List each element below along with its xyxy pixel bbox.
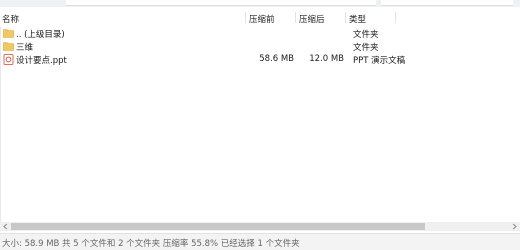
column-header-name[interactable]: 名称 [2, 13, 19, 25]
column-divider[interactable] [395, 12, 396, 23]
folder-icon [3, 28, 14, 38]
file-type: 文件夹 [353, 30, 379, 40]
file-list-header: 名称 压缩前 压缩后 类型 [0, 10, 520, 25]
column-header-type[interactable]: 类型 [349, 13, 366, 25]
ppt-file-icon [3, 54, 14, 65]
status-text: 大小: 58.9 MB 共 5 个文件和 2 个文件夹 压缩率 55.8% 已经… [2, 239, 300, 249]
folder-icon [3, 41, 14, 51]
scrollbar-thumb[interactable] [11, 223, 425, 230]
column-divider[interactable] [245, 12, 246, 23]
horizontal-scrollbar[interactable] [0, 222, 520, 231]
file-list: .. (上级目录) 文件夹 三维 文件夹 设计要点.ppt 58.6 MB 12… [0, 27, 520, 66]
file-size-before: 58.6 MB [259, 54, 294, 64]
file-name: .. (上级目录) [16, 30, 65, 40]
column-header-size-after[interactable]: 压缩后 [299, 13, 325, 25]
file-type: PPT 演示文稿 [353, 56, 406, 66]
scroll-right-arrow-icon[interactable] [511, 223, 518, 230]
file-row-ppt[interactable]: 设计要点.ppt 58.6 MB 12.0 MB PPT 演示文稿 [0, 53, 520, 66]
status-bar: 大小: 58.9 MB 共 5 个文件和 2 个文件夹 压缩率 55.8% 已经… [0, 233, 520, 250]
search-box[interactable] [381, 0, 513, 6]
file-name: 设计要点.ppt [16, 56, 67, 66]
column-divider[interactable] [295, 12, 296, 23]
file-row-folder[interactable]: 三维 文件夹 [0, 40, 520, 53]
scroll-left-arrow-icon[interactable] [2, 223, 9, 230]
address-bar[interactable] [66, 0, 376, 6]
file-row-parent-dir[interactable]: .. (上级目录) 文件夹 [0, 27, 520, 40]
column-header-size-before[interactable]: 压缩前 [249, 13, 275, 25]
column-divider[interactable] [345, 12, 346, 23]
file-name: 三维 [16, 43, 34, 53]
file-type: 文件夹 [353, 43, 379, 53]
top-toolbar-strip [0, 0, 520, 7]
file-size-after: 12.0 MB [309, 54, 344, 64]
